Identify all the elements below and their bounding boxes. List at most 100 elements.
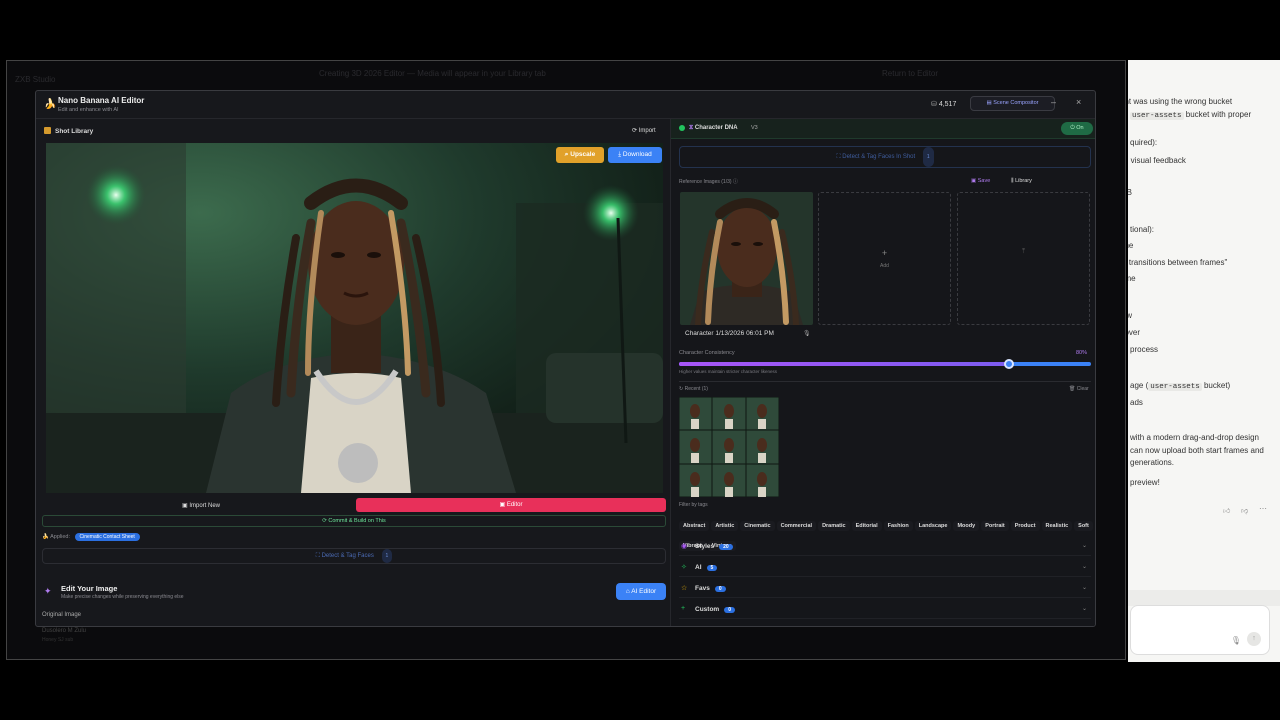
mic-icon[interactable]: 🎙 — [803, 330, 811, 337]
tag-chip[interactable]: Fashion — [883, 521, 913, 531]
version-badge: V3 — [751, 125, 758, 131]
consistency-slider[interactable] — [679, 359, 1091, 369]
chat-line: generations. — [1130, 458, 1175, 467]
film-icon — [44, 127, 51, 134]
section-label: Styles 20 — [695, 543, 733, 550]
dna-icon: ⧖ — [689, 125, 694, 131]
chat-footer — [1128, 590, 1280, 606]
chat-line: iew — [1128, 311, 1133, 320]
tag-chip[interactable]: Portrait — [981, 521, 1009, 531]
tag-chip[interactable]: Editorial — [851, 521, 882, 531]
dna-toggle[interactable]: ⏻ On — [1061, 122, 1093, 135]
close-button[interactable]: × — [1076, 97, 1081, 107]
applied-chip[interactable]: Cinematic Contact Sheet — [74, 533, 140, 541]
modal-subtitle: Edit and enhance with AI — [58, 107, 119, 113]
import-new-button[interactable]: ▣ Import New — [46, 499, 356, 513]
chat-line: preview! — [1130, 478, 1160, 487]
banana-icon: 🍌 — [44, 99, 57, 110]
send-icon[interactable]: ↑ — [1247, 632, 1261, 646]
tag-chip[interactable]: Realistic — [1041, 521, 1073, 531]
thumbs-down-icon[interactable]: 👎︎ — [1241, 506, 1248, 515]
commit-build-button[interactable]: ⟳ Commit & Build on This — [42, 515, 666, 527]
tag-chip[interactable]: Artistic — [711, 521, 739, 531]
tag-chip[interactable]: Product — [1010, 521, 1040, 531]
chat-line: hover — [1128, 328, 1141, 337]
section-count: 5 — [706, 565, 718, 571]
more-icon[interactable]: ⋯ — [1259, 504, 1267, 513]
library-button[interactable]: ⫼ Library — [1011, 178, 1032, 185]
trash-icon: 🗑 — [1069, 386, 1076, 392]
chat-input[interactable]: 🎙 ↑ — [1130, 605, 1270, 655]
chat-line: user-assets bucket with proper — [1130, 110, 1251, 120]
section-styles[interactable]: ◉ Styles 20 ⌄ — [679, 538, 1091, 556]
scene-compositor-button[interactable]: ▤ Scene Compositor — [970, 96, 1055, 111]
chevron-down-icon: ⌄ — [1081, 606, 1087, 612]
credits-counter: ⛁ 4,517 — [931, 100, 956, 108]
chat-line: ads — [1130, 398, 1143, 407]
user-sub: Honey SJ sub — [42, 637, 74, 643]
refresh-icon: ⟳ — [322, 518, 327, 524]
scan-icon: ⛶ — [836, 154, 841, 160]
reference-slot-add[interactable]: + Add — [818, 192, 951, 325]
tag-chip[interactable]: Landscape — [914, 521, 952, 531]
section-ai[interactable]: ✧ AI 5 ⌄ — [679, 559, 1091, 577]
applied-label: Applied: — [50, 534, 70, 540]
reference-images-label: Reference Images (1/3) ⓘ — [679, 178, 738, 185]
slider-handle[interactable] — [1003, 359, 1014, 369]
portrait-image — [46, 143, 663, 493]
import-new-label: Import New — [189, 503, 221, 509]
reference-slot-upload[interactable]: ⤒ — [957, 192, 1090, 325]
reference-image-1[interactable] — [680, 192, 813, 325]
thumbs-up-icon[interactable]: 👍︎ — [1223, 506, 1230, 515]
edit-icon: ▣ — [499, 502, 506, 508]
minimize-button[interactable]: – — [1051, 97, 1056, 107]
recent-thumbnail[interactable] — [679, 397, 779, 497]
mic-icon[interactable]: 🎙 — [1231, 636, 1241, 645]
chat-line: ent was using the wrong bucket — [1128, 97, 1233, 106]
shot-library-header: Shot Library — [44, 127, 93, 135]
toggle-label: On — [1076, 125, 1084, 131]
upscale-button[interactable]: ⌕ Upscale — [556, 147, 604, 163]
modal-header: 🍌 Nano Banana AI Editor Edit and enhance… — [36, 91, 1095, 119]
tag-chip[interactable]: Dramatic — [818, 521, 850, 531]
chat-code: user-assets — [1148, 383, 1202, 391]
detect-tag-label: Detect & Tag Faces — [321, 553, 374, 559]
slider-fill — [679, 362, 1009, 366]
library-icon: ⫼ — [1011, 178, 1014, 184]
detect-tag-faces-shot-button[interactable]: ⛶ Detect & Tag Faces In Shot 1 — [679, 146, 1091, 168]
editor-button[interactable]: ▣ Editor — [356, 498, 666, 512]
chat-line: with a modern drag-and-drop design — [1130, 433, 1259, 442]
main-photo[interactable] — [46, 143, 663, 493]
chat-line: MB — [1128, 188, 1132, 197]
tag-chip[interactable]: Soft — [1074, 521, 1093, 531]
chat-line: tional): — [1130, 225, 1155, 234]
clear-button[interactable]: 🗑 Clear — [1069, 386, 1089, 392]
add-label: Add — [880, 263, 889, 269]
section-title: Favs — [695, 585, 710, 592]
tag-chip[interactable]: Moody — [953, 521, 980, 531]
tag-chip[interactable]: Commercial — [776, 521, 817, 531]
section-favs[interactable]: ☆ Favs 0 ⌄ — [679, 580, 1091, 598]
chevron-down-icon: ⌄ — [1081, 564, 1087, 570]
chat-line: process — [1130, 345, 1159, 354]
ai-editor-label: AI Editor — [631, 588, 657, 595]
image-icon: ▣ — [181, 503, 188, 509]
tag-chip[interactable]: Abstract — [679, 521, 710, 531]
import-button[interactable]: ⟳ Import — [632, 127, 656, 134]
search-icon: ⌕ — [564, 151, 569, 158]
tag-chip[interactable]: Cinematic — [740, 521, 775, 531]
section-custom[interactable]: + Custom 0 ⌄ — [679, 601, 1091, 619]
plus-icon: + — [881, 248, 888, 258]
original-image-label: Original Image — [42, 612, 82, 618]
detect-tag-faces-button[interactable]: ⛶ Detect & Tag Faces 1 — [42, 548, 666, 564]
section-label: Custom 0 — [695, 606, 735, 613]
save-button[interactable]: ▣ Save — [971, 178, 990, 184]
backdrop-return-link[interactable]: Return to Editor — [882, 69, 938, 78]
power-icon: ⏻ — [1070, 125, 1075, 131]
history-icon: ↻ — [679, 386, 684, 392]
ai-editor-button[interactable]: ⌂ AI Editor — [616, 583, 666, 600]
consistency-label: Character Consistency — [679, 350, 735, 356]
chat-text: bucket with proper — [1183, 110, 1252, 119]
consistency-hint: Higher values maintain stricter characte… — [679, 369, 778, 374]
download-button[interactable]: ⤓ Download — [608, 147, 662, 163]
